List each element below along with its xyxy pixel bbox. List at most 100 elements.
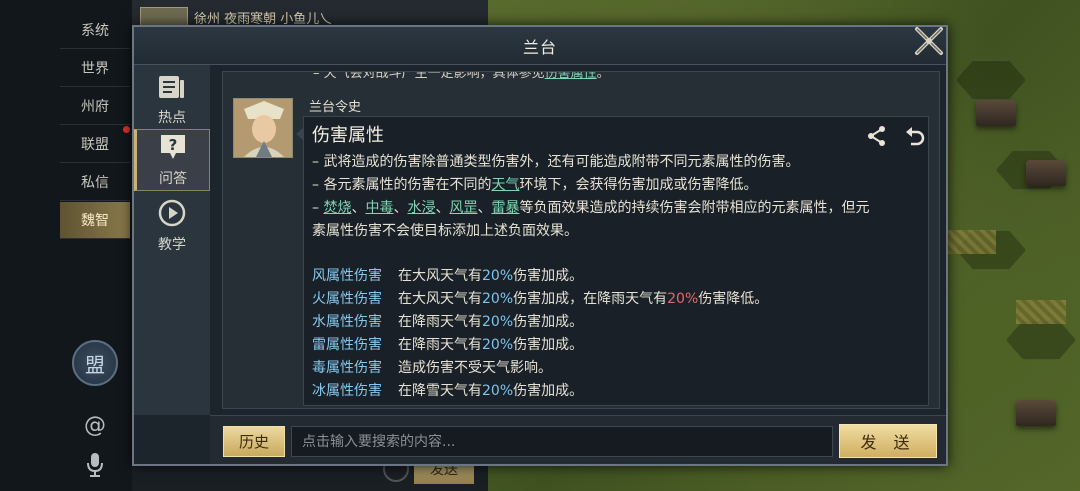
tab-qa[interactable]: ? 问答 bbox=[134, 129, 210, 191]
mini-avatar bbox=[140, 7, 188, 27]
question-icon: ? bbox=[158, 133, 188, 165]
notification-dot bbox=[123, 126, 130, 133]
lantai-dialog: 兰台 热点 ? 问答 教学 – 天气会对战斗产生一定影响，具体参见伤害属性。 兰… bbox=[132, 25, 948, 466]
line2-text-a: – 各元素属性的伤害在不同的 bbox=[312, 177, 492, 193]
element-percent: 20% bbox=[482, 337, 514, 353]
element-desc: 在大风天气有 bbox=[398, 268, 482, 284]
content-line-3: – 焚烧、中毒、水浸、风罡、雷暴等负面效果造成的持续伤害会附带相应的元素属性，但… bbox=[312, 197, 869, 219]
message-bubble: 伤害属性 – 武将造成的伤害除普通类型伤害外，还有可能造成附带不同元素属性的伤害… bbox=[296, 116, 929, 406]
element-desc: 造成伤害不受天气影响。 bbox=[398, 360, 552, 376]
dialog-title: 兰台 bbox=[522, 37, 557, 57]
channel-weizhi[interactable]: 魏智 bbox=[60, 202, 130, 239]
tab-qa-label: 问答 bbox=[159, 170, 187, 187]
channel-system[interactable]: 系统 bbox=[60, 12, 130, 49]
content-line-1: – 武将造成的伤害除普通类型伤害外，还有可能造成附带不同元素属性的伤害。 bbox=[312, 154, 800, 170]
separator: 、 bbox=[351, 200, 366, 216]
content-line-4: 素属性伤害不会使目标添加上述负面效果。 bbox=[312, 223, 578, 239]
channel-alliance[interactable]: 联盟 bbox=[60, 126, 130, 163]
tab-hot-label: 热点 bbox=[158, 109, 186, 126]
element-desc-end: 伤害加成。 bbox=[513, 314, 584, 330]
prev-line-suffix: 。 bbox=[596, 71, 610, 81]
element-name: 风属性伤害 bbox=[312, 268, 382, 284]
element-desc-end: 伤害加成。 bbox=[513, 383, 584, 399]
alliance-seal-button[interactable]: 盟 bbox=[72, 340, 118, 386]
flood-link[interactable]: 水浸 bbox=[407, 200, 435, 216]
element-row-fire: 火属性伤害 在大风天气有20%伤害加成，在降雨天气有20%伤害降低。 bbox=[312, 288, 768, 310]
avatar bbox=[233, 98, 293, 158]
return-button[interactable] bbox=[904, 125, 926, 147]
element-percent-reduce: 20% bbox=[667, 291, 699, 307]
burn-link[interactable]: 焚烧 bbox=[323, 200, 351, 216]
element-desc: 在降雨天气有 bbox=[398, 337, 482, 353]
element-row-wind: 风属性伤害 在大风天气有20%伤害加成。 bbox=[312, 265, 583, 287]
close-button[interactable] bbox=[909, 23, 949, 63]
line2-text-b: 环境下，会获得伤害加成或伤害降低。 bbox=[519, 177, 758, 193]
dialog-header: 兰台 bbox=[134, 27, 946, 65]
play-icon bbox=[158, 199, 186, 231]
share-button[interactable] bbox=[866, 125, 888, 147]
element-percent: 20% bbox=[482, 291, 514, 307]
map-building bbox=[976, 100, 1016, 126]
separator: 、 bbox=[477, 200, 492, 216]
hot-topics-icon bbox=[157, 74, 187, 104]
element-desc: 在降雪天气有 bbox=[398, 383, 482, 399]
element-name: 火属性伤害 bbox=[312, 291, 382, 307]
dialog-tab-sidebar: 热点 ? 问答 教学 bbox=[134, 65, 210, 415]
channel-world[interactable]: 世界 bbox=[60, 50, 130, 87]
element-row-water: 水属性伤害 在降雨天气有20%伤害加成。 bbox=[312, 311, 583, 333]
message-title: 伤害属性 bbox=[312, 125, 384, 146]
map-building bbox=[1016, 400, 1056, 426]
element-name: 毒属性伤害 bbox=[312, 360, 382, 376]
element-percent: 20% bbox=[482, 314, 514, 330]
element-desc-end: 伤害降低。 bbox=[698, 291, 769, 307]
element-desc-mid: 伤害加成，在降雨天气有 bbox=[513, 291, 668, 307]
microphone-icon[interactable] bbox=[83, 450, 107, 480]
element-desc: 在大风天气有 bbox=[398, 291, 482, 307]
element-percent: 20% bbox=[482, 268, 514, 284]
channel-province[interactable]: 州府 bbox=[60, 88, 130, 125]
element-row-ice: 冰属性伤害 在降雪天气有20%伤害加成。 bbox=[312, 380, 583, 402]
share-icon bbox=[866, 126, 888, 151]
history-button[interactable]: 历史 bbox=[223, 426, 285, 457]
map-field bbox=[946, 230, 996, 254]
separator: 、 bbox=[435, 200, 450, 216]
close-icon bbox=[912, 24, 946, 62]
background-chat-text: 徐州 夜雨寒朝 小鱼儿乀 bbox=[194, 11, 333, 27]
element-percent: 20% bbox=[482, 383, 514, 399]
search-input-bar: 历史 发 送 bbox=[210, 415, 946, 464]
prev-line-link[interactable]: 伤害属性 bbox=[545, 72, 597, 81]
element-row-thunder: 雷属性伤害 在降雨天气有20%伤害加成。 bbox=[312, 334, 583, 356]
map-hex bbox=[956, 60, 1026, 100]
channel-sidebar: 系统 世界 州府 联盟 私信 魏智 盟 @ bbox=[0, 0, 132, 491]
element-name: 水属性伤害 bbox=[312, 314, 382, 330]
element-row-poison: 毒属性伤害 造成伤害不受天气影响。 bbox=[312, 357, 552, 379]
wind-link[interactable]: 风罡 bbox=[449, 200, 477, 216]
tab-tutorial-label: 教学 bbox=[158, 236, 186, 253]
prev-line-text: – 天气会对战斗产生一定影响，具体参见 bbox=[313, 71, 545, 81]
map-building bbox=[1026, 160, 1066, 186]
element-desc-end: 伤害加成。 bbox=[513, 337, 584, 353]
content-line-2: – 各元素属性的伤害在不同的天气环境下，会获得伤害加成或伤害降低。 bbox=[312, 174, 757, 196]
at-mention-icon[interactable]: @ bbox=[80, 410, 110, 440]
poison-link[interactable]: 中毒 bbox=[365, 200, 393, 216]
tab-hot[interactable]: 热点 bbox=[134, 69, 210, 131]
previous-message-line: – 天气会对战斗产生一定影响，具体参见伤害属性。 bbox=[313, 71, 610, 84]
element-desc-end: 伤害加成。 bbox=[513, 268, 584, 284]
channel-private[interactable]: 私信 bbox=[60, 164, 130, 201]
element-name: 冰属性伤害 bbox=[312, 383, 382, 399]
search-input[interactable] bbox=[291, 426, 833, 457]
qa-message-panel: – 天气会对战斗产生一定影响，具体参见伤害属性。 兰台令史 伤害属性 – 武将造… bbox=[222, 71, 940, 409]
send-button[interactable]: 发 送 bbox=[839, 424, 937, 458]
thunder-link[interactable]: 雷暴 bbox=[491, 200, 519, 216]
map-hex bbox=[1006, 320, 1076, 360]
undo-arrow-icon bbox=[904, 127, 926, 151]
line3-text-b: 等负面效果造成的持续伤害会附带相应的元素属性，但元 bbox=[519, 200, 870, 216]
weather-link[interactable]: 天气 bbox=[491, 177, 519, 193]
sender-name: 兰台令史 bbox=[309, 100, 362, 115]
map-field bbox=[1016, 300, 1066, 324]
svg-text:?: ? bbox=[169, 136, 178, 154]
element-name: 雷属性伤害 bbox=[312, 337, 382, 353]
line3-dash: – bbox=[312, 200, 324, 216]
element-desc: 在降雨天气有 bbox=[398, 314, 482, 330]
tab-tutorial[interactable]: 教学 bbox=[134, 195, 210, 257]
